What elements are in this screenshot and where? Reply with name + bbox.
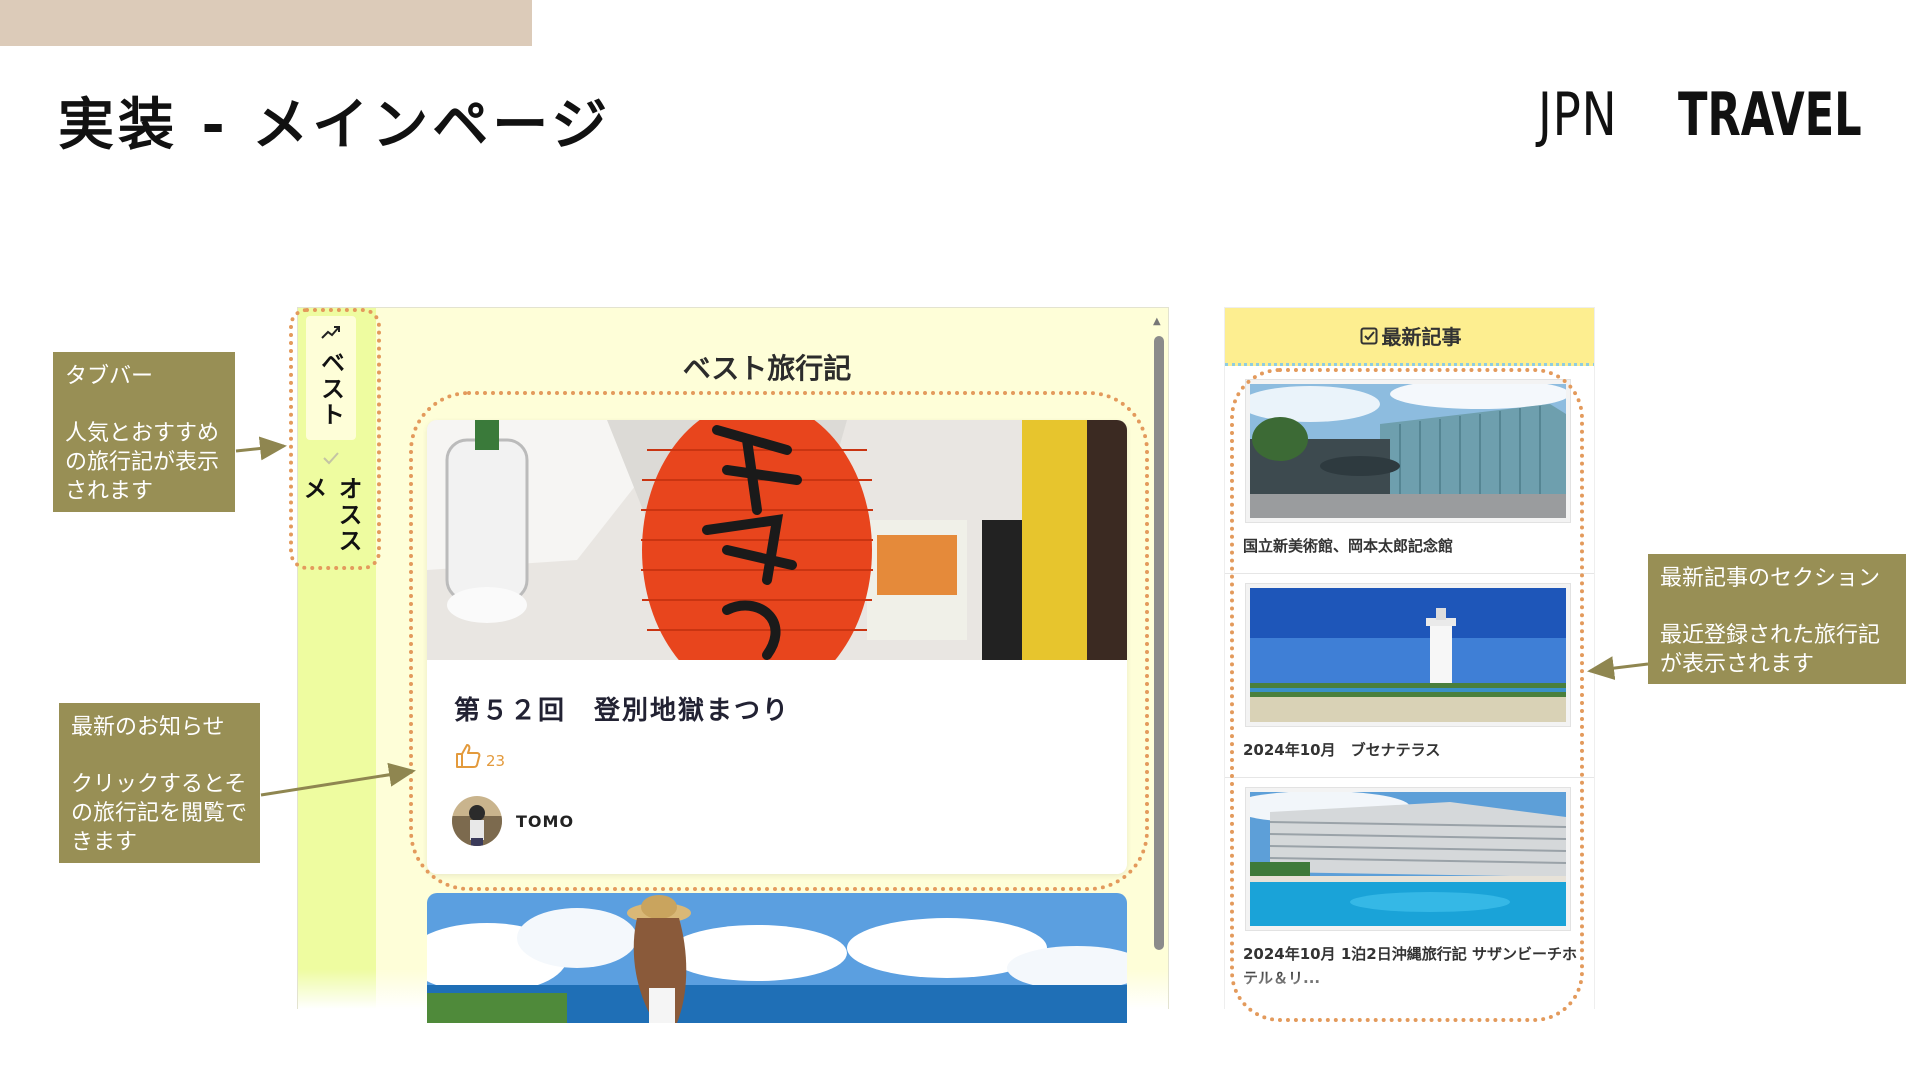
scroll-up-arrow-icon[interactable]: ▲: [1153, 316, 1161, 327]
callout-latest-title: 最新記事のセクション: [1660, 566, 1881, 591]
travelogue-card-2[interactable]: [427, 893, 1127, 1023]
card-highlight: [409, 391, 1149, 891]
callout-news-card-title: 最新のお知らせ: [71, 715, 225, 740]
callout-tabbar-body: 人気とおすすめの旅行記が表示されます: [65, 421, 220, 504]
brand-logo-bold: TRAVEL: [1678, 80, 1862, 150]
callout-tabbar-title: タブバー: [65, 364, 154, 389]
slide-title: 実装 - メインページ: [58, 93, 612, 158]
brand-logo-light: JPN: [1538, 80, 1618, 150]
brand-logo: JPN TRAVEL: [1538, 80, 1921, 150]
decorative-header-bar: [0, 0, 532, 46]
latest-articles-header: 最新記事: [1225, 308, 1594, 366]
callout-news-card: 最新のお知らせ クリックするとその旅行記を閲覧できます: [59, 703, 260, 863]
best-section-title: ベスト旅行記: [682, 352, 852, 385]
checkbox-icon: [1360, 327, 1378, 345]
card-image-beach: [427, 893, 1127, 1023]
latest-articles-title: 最新記事: [1381, 325, 1462, 349]
callout-news-card-body: クリックするとその旅行記を閲覧できます: [71, 772, 248, 855]
tabbar-highlight: [289, 308, 381, 570]
scrollbar-thumb[interactable]: [1154, 336, 1164, 950]
callout-latest-body: 最近登録された旅行記が表示されます: [1660, 623, 1881, 677]
callout-tabbar: タブバー 人気とおすすめの旅行記が表示されます: [53, 352, 235, 512]
callout-latest: 最新記事のセクション 最近登録された旅行記が表示されます: [1648, 554, 1906, 684]
latest-articles-highlight: [1230, 368, 1584, 1022]
